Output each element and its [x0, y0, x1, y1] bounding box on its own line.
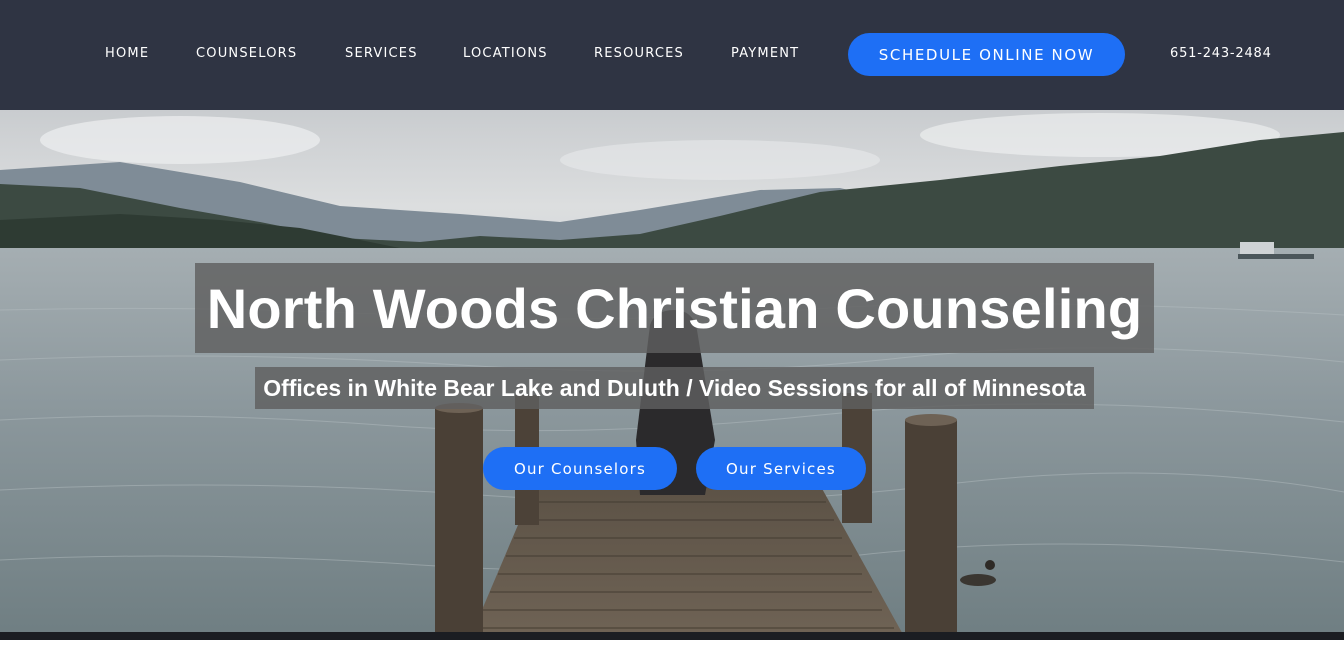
nav-home-link[interactable]: HOME: [105, 46, 149, 61]
our-services-button[interactable]: Our Services: [696, 447, 866, 490]
phone-number-link[interactable]: 651-243-2484: [1170, 46, 1272, 61]
hero-title: North Woods Christian Counseling: [206, 276, 1143, 340]
hero-subtitle-box: Offices in White Bear Lake and Duluth / …: [255, 367, 1094, 409]
nav-services-link[interactable]: SERVICES: [345, 46, 418, 61]
nav-resources-link[interactable]: RESOURCES: [594, 46, 684, 61]
nav-payment-link[interactable]: PAYMENT: [731, 46, 799, 61]
schedule-online-button[interactable]: SCHEDULE ONLINE NOW: [848, 33, 1125, 76]
nav-counselors-link[interactable]: COUNSELORS: [196, 46, 297, 61]
nav-locations-link[interactable]: LOCATIONS: [463, 46, 548, 61]
hero-section: North Woods Christian Counseling Offices…: [0, 110, 1344, 638]
our-counselors-button[interactable]: Our Counselors: [483, 447, 677, 490]
hero-title-box: North Woods Christian Counseling: [195, 263, 1154, 353]
top-navigation-bar: HOME COUNSELORS SERVICES LOCATIONS RESOU…: [0, 0, 1344, 110]
hero-subtitle: Offices in White Bear Lake and Duluth / …: [263, 374, 1086, 401]
hero-bottom-divider: [0, 632, 1344, 640]
